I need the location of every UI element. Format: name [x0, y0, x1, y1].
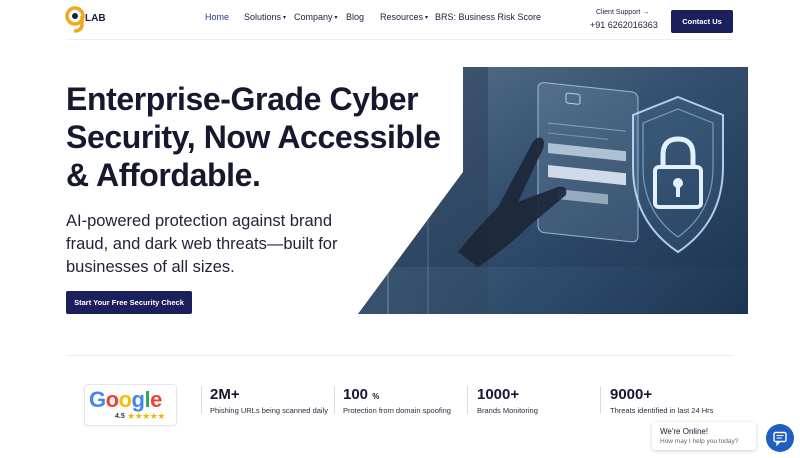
nav-company-label: Company: [294, 12, 333, 22]
nav-brs[interactable]: BRS: Business Risk Score: [435, 12, 541, 22]
stat-number: 9000+: [610, 386, 653, 403]
nav-brs-label: BRS: Business Risk Score: [435, 12, 542, 22]
free-security-check-button[interactable]: Start Your Free Security Check: [66, 291, 192, 314]
stat-label: Phishing URLs being scanned daily: [210, 406, 328, 415]
hero-image: [358, 67, 748, 314]
star-rating-icon: ★★★★★: [127, 411, 165, 421]
nav-resources[interactable]: Resources ▾: [380, 12, 428, 22]
stat-separator: [600, 386, 601, 414]
header-divider: [66, 39, 733, 40]
stat-domain-spoofing: 100 % Protection from domain spoofing: [343, 386, 451, 415]
nav-blog[interactable]: Blog: [346, 12, 364, 22]
google-logo: Google: [89, 387, 162, 413]
stat-number: 100: [343, 386, 369, 403]
nav-resources-label: Resources: [380, 12, 424, 22]
logo[interactable]: LAB: [64, 4, 114, 34]
stat-label: Brands Monitoring: [477, 406, 538, 415]
chat-icon: [773, 431, 787, 447]
chevron-down-icon: ▾: [334, 15, 338, 21]
chat-title: We're Online!: [660, 427, 709, 436]
stat-label: Protection from domain spoofing: [343, 406, 451, 415]
stat-number: 1000+: [477, 386, 520, 403]
nav-home[interactable]: Home: [205, 12, 229, 22]
chevron-down-icon: ▾: [283, 15, 287, 21]
nav-solutions-label: Solutions: [244, 12, 282, 22]
google-letter: o: [118, 387, 132, 412]
stat-brands-monitoring: 1000+ Brands Monitoring: [477, 386, 538, 415]
stat-value: 9000+: [610, 386, 713, 403]
google-letter: e: [150, 387, 162, 412]
section-divider: [66, 355, 733, 356]
stat-value: 2M+: [210, 386, 328, 403]
stat-value: 1000+: [477, 386, 538, 403]
nav-home-label: Home: [205, 12, 230, 22]
stat-separator: [334, 386, 335, 414]
google-letter: G: [89, 387, 106, 412]
google-letter: o: [105, 387, 119, 412]
chat-launcher-button[interactable]: [766, 424, 794, 452]
logo-text: LAB: [85, 13, 106, 24]
client-support-link[interactable]: Client Support →: [596, 9, 649, 16]
stat-threats-identified: 9000+ Threats identified in last 24 Hrs: [610, 386, 713, 415]
stat-separator: [467, 386, 468, 414]
nav-solutions[interactable]: Solutions ▾: [244, 12, 286, 22]
chat-subtitle: How may I help you today?: [660, 438, 739, 445]
google-rating-badge[interactable]: Google 4.5 ★★★★★: [84, 384, 177, 426]
stat-value: 100 %: [343, 386, 451, 403]
site-header: LAB Home Solutions ▾ Company ▾ Blog Resour…: [0, 0, 800, 40]
nav-blog-label: Blog: [346, 12, 365, 22]
stat-separator: [201, 386, 202, 414]
stat-number: 2M+: [210, 386, 240, 403]
contact-us-button[interactable]: Contact Us: [671, 10, 733, 33]
nav-company[interactable]: Company ▾: [294, 12, 338, 22]
google-letter: g: [131, 387, 145, 412]
chevron-down-icon: ▾: [425, 15, 429, 21]
stat-label: Threats identified in last 24 Hrs: [610, 406, 714, 415]
chat-greeting[interactable]: We're Online! How may I help you today?: [652, 422, 756, 450]
support-phone[interactable]: +91 6262016363: [590, 20, 658, 30]
google-rating-value: 4.5: [115, 413, 125, 420]
stat-suffix: %: [372, 392, 380, 401]
stat-phishing-urls: 2M+ Phishing URLs being scanned daily: [210, 386, 328, 415]
hero-subtitle: AI-powered protection against brand frau…: [66, 212, 338, 276]
